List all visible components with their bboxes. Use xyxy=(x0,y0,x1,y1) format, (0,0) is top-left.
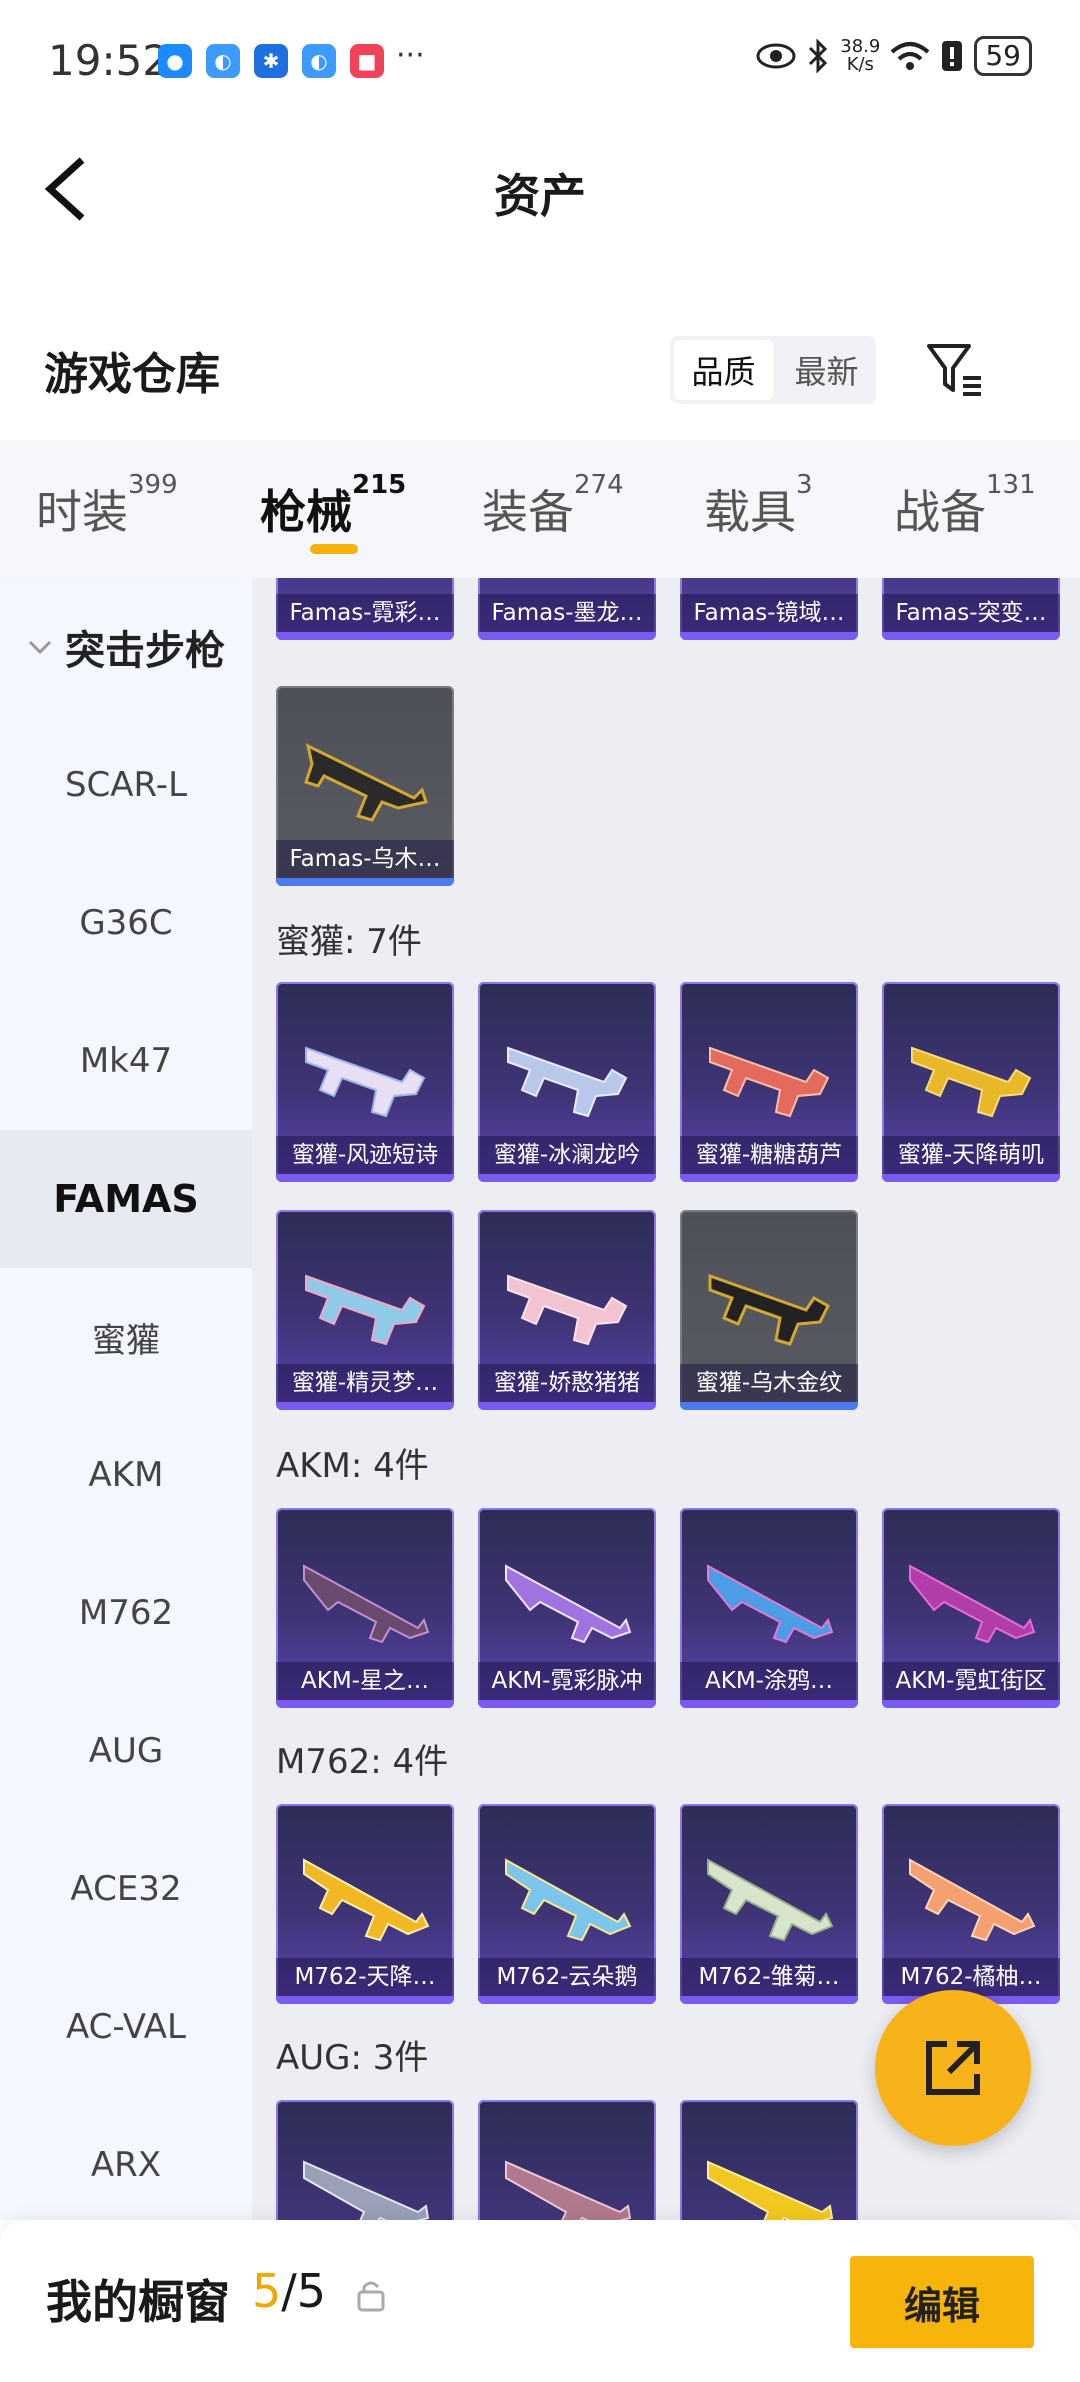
more-notifications-icon: ··· xyxy=(396,38,425,73)
active-tab-indicator xyxy=(310,544,358,554)
wifi-icon xyxy=(891,42,930,70)
skin-card[interactable]: Famas-镜域… xyxy=(680,578,858,640)
skin-card[interactable]: 蜜獾-糖糖葫芦 xyxy=(680,982,858,1182)
weapon-sidebar: 突击步枪 SCAR-L G36C Mk47 FAMAS 蜜獾 AKM M762 … xyxy=(0,578,252,2220)
browser-icon-2: ◐ xyxy=(302,44,336,78)
sidebar-item-ace32[interactable]: ACE32 xyxy=(0,1820,252,1958)
app-header: 资产 xyxy=(0,120,1080,260)
skin-card[interactable]: M762-云朵鹅 xyxy=(478,1804,656,2004)
skin-card[interactable] xyxy=(478,2100,656,2220)
notification-icons: ● ◐ ✱ ◐ ■ xyxy=(158,44,384,78)
tab-equipment[interactable]: 装备274 xyxy=(482,470,624,542)
sidebar-item-g36c[interactable]: G36C xyxy=(0,854,252,992)
alert-icon xyxy=(942,41,963,71)
sidebar-item-honey-badger[interactable]: 蜜獾 xyxy=(0,1268,252,1406)
sort-newest-button[interactable]: 最新 xyxy=(777,336,876,404)
sidebar-item-ac-val[interactable]: AC-VAL xyxy=(0,1958,252,2096)
clock: 19:52 xyxy=(48,36,170,85)
shop-icon: ■ xyxy=(350,44,384,78)
bluetooth-icon xyxy=(809,39,828,73)
battery-icon: 59 xyxy=(974,36,1032,76)
tab-supplies[interactable]: 战备131 xyxy=(894,470,1036,542)
skin-card[interactable]: AKM-霓彩脉冲 xyxy=(478,1508,656,1708)
bluetooth-app-icon: ✱ xyxy=(254,44,288,78)
skin-card[interactable]: M762-橘柚… xyxy=(882,1804,1060,2004)
edit-button[interactable]: 编辑 xyxy=(850,2256,1034,2348)
warehouse-bar: 游戏仓库 品质 最新 xyxy=(0,320,1080,440)
skin-card[interactable]: M762-雏菊… xyxy=(680,1804,858,2004)
section-title-akm: AKM: 4件 xyxy=(276,1446,429,1486)
section-title-aug: AUG: 3件 xyxy=(276,2038,429,2078)
page-title: 资产 xyxy=(494,169,586,223)
skin-card[interactable]: AKM-霓虹街区 xyxy=(882,1508,1060,1708)
warehouse-title: 游戏仓库 xyxy=(44,349,220,400)
category-tabs: 时装399 枪械215 装备274 载具3 战备131 xyxy=(0,440,1080,578)
showcase-label: 我的橱窗 xyxy=(46,2275,230,2329)
sidebar-group-assault-rifles[interactable]: 突击步枪 xyxy=(0,578,252,716)
browser-icon: ◐ xyxy=(206,44,240,78)
skin-card[interactable]: 蜜獾-风迹短诗 xyxy=(276,982,454,1182)
skin-card[interactable]: Famas-墨龙… xyxy=(478,578,656,640)
section-title-honey-badger: 蜜獾: 7件 xyxy=(276,922,422,962)
system-icons: 38.9 K/s 59 xyxy=(756,36,1032,76)
skin-card[interactable] xyxy=(276,2100,454,2220)
lock-icon xyxy=(357,2281,385,2312)
skin-card[interactable]: 蜜獾-天降萌叽 xyxy=(882,982,1060,1182)
sort-quality-button[interactable]: 品质 xyxy=(674,340,773,400)
skin-card[interactable]: AKM-星之… xyxy=(276,1508,454,1708)
skin-card[interactable]: Famas-乌木… xyxy=(276,686,454,886)
sidebar-item-aug[interactable]: AUG xyxy=(0,1682,252,1820)
skin-card[interactable]: AKM-涂鸦… xyxy=(680,1508,858,1708)
sidebar-item-scar-l[interactable]: SCAR-L xyxy=(0,716,252,854)
skin-card[interactable]: 蜜獾-娇憨猪猪 xyxy=(478,1210,656,1410)
showcase-count: 5/5 xyxy=(252,2264,327,2318)
skin-card[interactable]: 蜜獾-精灵梦… xyxy=(276,1210,454,1410)
filter-icon[interactable] xyxy=(925,340,985,400)
showcase-bar: 我的橱窗 5/5 编辑 xyxy=(0,2220,1080,2382)
sort-toggle: 品质 最新 xyxy=(670,336,876,404)
chevron-down-icon xyxy=(28,640,52,655)
tab-fashion[interactable]: 时装399 xyxy=(36,470,178,542)
shield-icon: ● xyxy=(158,44,192,78)
network-speed: 38.9 K/s xyxy=(840,36,881,75)
external-link-icon xyxy=(926,2041,980,2095)
sidebar-item-m762[interactable]: M762 xyxy=(0,1544,252,1682)
tab-firearms[interactable]: 枪械215 xyxy=(260,470,406,542)
sidebar-item-famas[interactable]: FAMAS xyxy=(0,1130,252,1268)
share-button[interactable] xyxy=(875,1990,1031,2146)
sidebar-item-akm[interactable]: AKM xyxy=(0,1406,252,1544)
skin-card[interactable]: M762-天降… xyxy=(276,1804,454,2004)
skin-card[interactable]: 蜜獾-乌木金纹 xyxy=(680,1210,858,1410)
tab-vehicles[interactable]: 载具3 xyxy=(704,470,813,542)
skin-card[interactable]: Famas-突变… xyxy=(882,578,1060,640)
status-bar: 19:52 ● ◐ ✱ ◐ ■ ··· 38.9 K/s 59 xyxy=(0,0,1080,120)
skin-card[interactable]: 蜜獾-冰澜龙吟 xyxy=(478,982,656,1182)
skin-card[interactable] xyxy=(680,2100,858,2220)
skin-card[interactable]: Famas-霓彩… xyxy=(276,578,454,640)
section-title-m762: M762: 4件 xyxy=(276,1742,449,1782)
skin-grid: Famas-霓彩… Famas-墨龙… Famas-镜域… Famas-突变… … xyxy=(252,578,1080,2220)
sidebar-item-arx[interactable]: ARX xyxy=(0,2096,252,2220)
sidebar-item-mk47[interactable]: Mk47 xyxy=(0,992,252,1130)
eye-icon xyxy=(756,43,796,69)
